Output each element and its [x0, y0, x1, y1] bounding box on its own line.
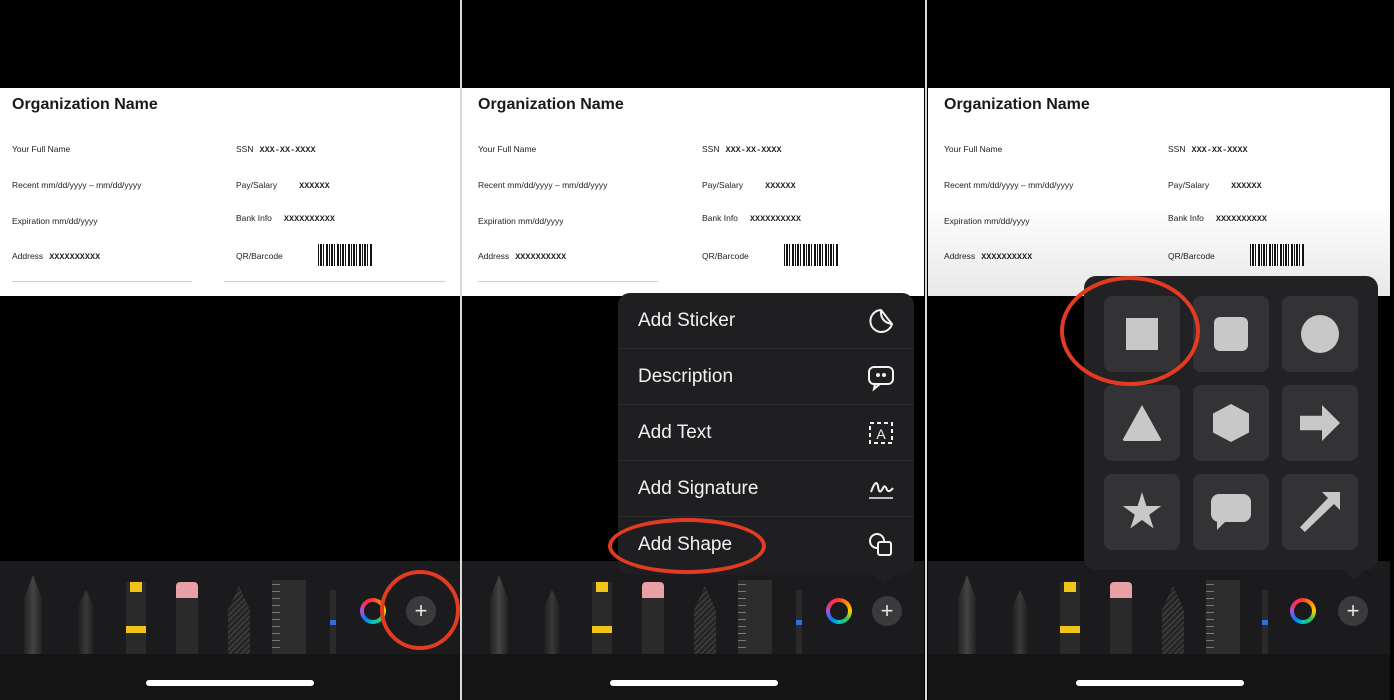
shape-star[interactable]	[1104, 474, 1180, 550]
add-button[interactable]: +	[872, 596, 902, 626]
add-button[interactable]: +	[1338, 596, 1368, 626]
menu-item-description[interactable]: Description	[618, 349, 914, 405]
text-box-icon: A	[869, 422, 893, 444]
home-indicator-area	[462, 654, 924, 700]
color-picker-icon[interactable]	[1290, 598, 1316, 624]
home-indicator-area	[0, 654, 462, 700]
qr-field: QR/Barcode	[1168, 251, 1215, 261]
bank-field: Bank Info XXXXXXXXXX	[236, 213, 335, 224]
barcode-image	[784, 244, 838, 266]
shape-picker-pointer	[1344, 570, 1364, 580]
panel-2: Organization Name Your Full Name Recent …	[462, 0, 924, 700]
panel-3: Organization Name Your Full Name Recent …	[928, 0, 1390, 700]
recent-field: Recent mm/dd/yyyy – mm/dd/yyyy	[12, 180, 142, 190]
shape-hexagon[interactable]	[1193, 385, 1269, 461]
ssn-field: SSN XXX-XX-XXXX	[1168, 144, 1248, 155]
ssn-field: SSN XXX-XX-XXXX	[236, 144, 316, 155]
signature-line	[224, 281, 446, 282]
address-field: Address XXXXXXXXXX	[12, 251, 101, 262]
address-field: Address XXXXXXXXXX	[944, 251, 1033, 262]
markup-toolbar	[928, 561, 1390, 654]
pay-field: Pay/Salary XXXXXX	[702, 180, 796, 191]
document-preview: Organization Name Your Full Name Recent …	[462, 88, 924, 296]
color-picker-icon[interactable]	[826, 598, 852, 624]
qr-field: QR/Barcode	[236, 251, 283, 261]
highlight-circle	[1060, 276, 1200, 386]
eraser-icon[interactable]	[642, 582, 664, 655]
menu-item-add-signature[interactable]: Add Signature	[618, 461, 914, 517]
home-indicator	[1076, 680, 1244, 686]
expiration-field: Expiration mm/dd/yyyy	[944, 216, 1030, 226]
home-indicator	[146, 680, 314, 686]
expiration-field: Expiration mm/dd/yyyy	[12, 216, 98, 226]
panel-separator	[925, 0, 927, 700]
panel-1: Organization Name Your Full Name Recent …	[0, 0, 462, 700]
signature-line	[12, 281, 192, 282]
marker-icon[interactable]	[1060, 582, 1080, 655]
shape-diagonal-arrow[interactable]	[1282, 474, 1358, 550]
ruler-icon[interactable]	[272, 580, 306, 655]
pay-field: Pay/Salary XXXXXX	[236, 180, 330, 191]
shape-triangle[interactable]	[1104, 385, 1180, 461]
address-field: Address XXXXXXXXXX	[478, 251, 567, 262]
name-field: Your Full Name	[944, 144, 1003, 154]
thin-pen-icon[interactable]	[1262, 590, 1268, 655]
pay-field: Pay/Salary XXXXXX	[1168, 180, 1262, 191]
shape-circle[interactable]	[1282, 296, 1358, 372]
menu-pointer	[874, 575, 894, 585]
marker-icon[interactable]	[126, 582, 146, 655]
signature-icon	[869, 482, 894, 499]
eraser-icon[interactable]	[1110, 582, 1132, 655]
thin-pen-icon[interactable]	[330, 590, 336, 655]
recent-field: Recent mm/dd/yyyy – mm/dd/yyyy	[944, 180, 1074, 190]
home-indicator	[610, 680, 778, 686]
name-field: Your Full Name	[12, 144, 71, 154]
qr-field: QR/Barcode	[702, 251, 749, 261]
bank-field: Bank Info XXXXXXXXXX	[702, 213, 801, 224]
speech-quote-icon	[868, 366, 894, 392]
expiration-field: Expiration mm/dd/yyyy	[478, 216, 564, 226]
shape-speech-bubble[interactable]	[1193, 474, 1269, 550]
recent-field: Recent mm/dd/yyyy – mm/dd/yyyy	[478, 180, 608, 190]
ruler-icon[interactable]	[738, 580, 772, 655]
name-field: Your Full Name	[478, 144, 537, 154]
shape-right-arrow[interactable]	[1282, 385, 1358, 461]
bank-field: Bank Info XXXXXXXXXX	[1168, 213, 1267, 224]
thin-pen-icon[interactable]	[796, 590, 802, 655]
highlight-circle	[608, 518, 766, 574]
menu-item-add-sticker[interactable]: Add Sticker	[618, 293, 914, 349]
doc-title: Organization Name	[944, 96, 1090, 113]
ruler-icon[interactable]	[1206, 580, 1240, 655]
shape-rounded-square[interactable]	[1193, 296, 1269, 372]
eraser-icon[interactable]	[176, 582, 198, 655]
doc-title: Organization Name	[12, 96, 158, 113]
doc-title: Organization Name	[478, 96, 624, 113]
highlight-circle	[380, 570, 460, 650]
menu-item-add-text[interactable]: Add Text A	[618, 405, 914, 461]
marker-icon[interactable]	[592, 582, 612, 655]
document-preview: Organization Name Your Full Name Recent …	[0, 88, 462, 296]
barcode-image	[318, 244, 372, 266]
svg-text:A: A	[876, 426, 886, 442]
home-indicator-area	[928, 654, 1390, 700]
document-preview: Organization Name Your Full Name Recent …	[928, 88, 1390, 296]
shapes-icon	[869, 533, 892, 556]
barcode-image	[1250, 244, 1304, 266]
sticker-icon	[869, 308, 894, 333]
signature-line	[478, 281, 658, 282]
ssn-field: SSN XXX-XX-XXXX	[702, 144, 782, 155]
